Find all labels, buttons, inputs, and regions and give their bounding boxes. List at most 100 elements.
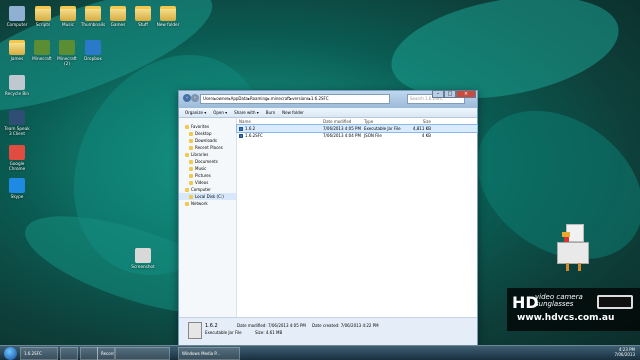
desktop-icon[interactable]: Dropbox [80, 40, 106, 61]
taskbar-item[interactable]: 1.6.2SFC [20, 347, 58, 360]
nav-item[interactable]: Downloads [179, 137, 236, 144]
nav-item-label: Videos [195, 180, 209, 185]
breadcrumb-item[interactable]: owner [216, 96, 228, 101]
nav-item[interactable]: Pictures [179, 172, 236, 179]
desktop-icon [189, 131, 193, 136]
file-rows: 1.6.2 7/06/2013 4:05 PM Executable Jar Fil… [236, 124, 478, 139]
desktop-icon-label: Minecraft [32, 56, 52, 61]
desktop-icon[interactable]: James [4, 40, 30, 61]
date-column-header[interactable]: Date modified [323, 119, 364, 124]
breadcrumb-item[interactable]: Users [203, 96, 214, 101]
taskbar-item[interactable]: Windows Media P... [178, 347, 240, 360]
desktop-icon[interactable]: Team Speak 3 Client [4, 110, 30, 136]
nav-item-label: Recent Places [195, 145, 223, 150]
nav-item[interactable]: Recent Places [179, 144, 236, 151]
documents-icon [189, 159, 193, 164]
nav-item[interactable]: Documents [179, 158, 236, 165]
window-controls: – □ × [432, 90, 476, 98]
folder-icon [135, 6, 151, 21]
address-bar[interactable]: Users▸owner▸AppData▸Roaming▸.minecraft▸v… [200, 94, 390, 104]
maximize-button[interactable]: □ [444, 90, 456, 98]
breadcrumb-item[interactable]: AppData [231, 96, 248, 101]
start-button[interactable] [4, 347, 17, 360]
breadcrumb-item[interactable]: versions [292, 96, 309, 101]
nav-item[interactable]: Desktop [179, 130, 236, 137]
taskbar-item[interactable] [60, 347, 78, 360]
file-list: Name Date modified Type Size 1.6.2 7/06/2… [236, 118, 478, 317]
size-column-header[interactable]: Size [404, 119, 431, 124]
toolbar-button[interactable]: Burn [266, 110, 275, 115]
desktop-icon[interactable]: Minecraft (2) [54, 40, 80, 66]
library-icon [185, 152, 189, 157]
desktop-icon[interactable]: Stuff [130, 6, 156, 27]
desktop-icon[interactable]: Recycle Bin [4, 75, 30, 96]
taskbar-item[interactable] [80, 347, 98, 360]
minecraft-icon [34, 40, 50, 55]
nav-item[interactable]: Local Disk (C:) [179, 193, 236, 200]
nav-item-label: Music [195, 166, 207, 171]
nav-item-label: Network [191, 201, 208, 206]
nav-item[interactable]: Music [179, 165, 236, 172]
details-modified-label: Date modified: [237, 323, 267, 328]
toolbar-button[interactable]: Open ▾ [213, 110, 227, 115]
desktop-icon-label: Team Speak 3 Client [4, 126, 30, 136]
downloads-icon [189, 138, 193, 143]
network-icon [185, 201, 189, 206]
nav-item[interactable]: Network [179, 200, 236, 207]
folder-icon [110, 6, 126, 21]
close-button[interactable]: × [456, 90, 476, 98]
minimize-button[interactable]: – [432, 90, 444, 98]
pictures-icon [189, 173, 193, 178]
details-created-label: Date created: [312, 323, 340, 328]
nav-item[interactable]: Videos [179, 179, 236, 186]
desktop-icon[interactable]: Computer [4, 6, 30, 27]
details-modified-value: 7/06/2013 4:05 PM [267, 323, 306, 328]
desktop-icon[interactable]: Minecraft [29, 40, 55, 61]
file-row[interactable]: 1.6.2SFC 7/06/2013 4:04 PM JSON File 4 KB [237, 132, 477, 139]
window-titlebar[interactable]: ‹ › Users▸owner▸AppData▸Roaming▸.minecra… [179, 90, 477, 108]
nav-item[interactable]: Favorites [179, 123, 236, 130]
breadcrumb-item[interactable]: 1.6.2SFC [311, 96, 329, 101]
recent-icon [189, 145, 193, 150]
desktop-icon[interactable]: Scripts [30, 6, 56, 27]
details-file-type: Executable Jar File [205, 330, 242, 335]
desktop-icon[interactable]: Skype [4, 178, 30, 199]
clock-date[interactable]: 7/06/2013 [614, 352, 635, 357]
file-name-cell: 1.6.2SFC [237, 133, 323, 138]
desktop-icon-label: Dropbox [84, 56, 102, 61]
toolbar-button[interactable]: Share with ▾ [234, 110, 259, 115]
breadcrumb-item[interactable]: Roaming [250, 96, 268, 101]
breadcrumb-item[interactable]: .minecraft [270, 96, 290, 101]
toolbar-button[interactable]: New folder [282, 110, 304, 115]
nav-item-label: Documents [195, 159, 218, 164]
breadcrumb[interactable]: Users▸owner▸AppData▸Roaming▸.minecraft▸v… [203, 96, 329, 102]
computer-icon [185, 187, 189, 192]
desktop-icon[interactable]: Screenshot [130, 248, 156, 269]
desktop-icon-label: Google Chrome [8, 161, 26, 171]
desktop-icon[interactable]: New folder [155, 6, 181, 27]
nav-item[interactable]: Computer [179, 186, 236, 193]
taskbar-item[interactable]: Recording... [97, 347, 115, 360]
details-pane: 1.6.2 Executable Jar File Date modified:… [179, 317, 477, 345]
name-column-header[interactable]: Name [237, 119, 323, 124]
desktop-icon-label: Screenshot [131, 264, 155, 269]
sunglasses-icon [597, 295, 633, 309]
hdvcs-logo: HD video camera sunglasses www.hdvcs.com… [507, 288, 640, 331]
toolbar-button[interactable]: Organize ▾ [185, 110, 206, 115]
nav-item[interactable]: Libraries [179, 151, 236, 158]
desktop-icon-label: Scripts [35, 22, 51, 27]
logo-title: video camera sunglasses [535, 293, 583, 308]
taskbar-item[interactable] [115, 347, 170, 360]
back-button[interactable]: ‹ [183, 94, 191, 102]
details-modified: Date modified: 7/06/2013 4:05 PM [237, 323, 306, 328]
explorer-window[interactable]: ‹ › Users▸owner▸AppData▸Roaming▸.minecra… [178, 90, 478, 346]
desktop-icon[interactable]: Music [55, 6, 81, 27]
desktop-icon[interactable]: Google Chrome [4, 145, 30, 171]
type-column-header[interactable]: Type [364, 119, 404, 124]
desktop-icon[interactable]: Games [105, 6, 131, 27]
details-file-name: 1.6.2 [205, 323, 218, 329]
desktop-icon[interactable]: Thumbnails [80, 6, 106, 27]
forward-button[interactable]: › [191, 94, 199, 102]
file-row[interactable]: 1.6.2 7/06/2013 4:05 PM Executable Jar Fil… [236, 124, 478, 133]
nav-item-label: Desktop [195, 131, 212, 136]
